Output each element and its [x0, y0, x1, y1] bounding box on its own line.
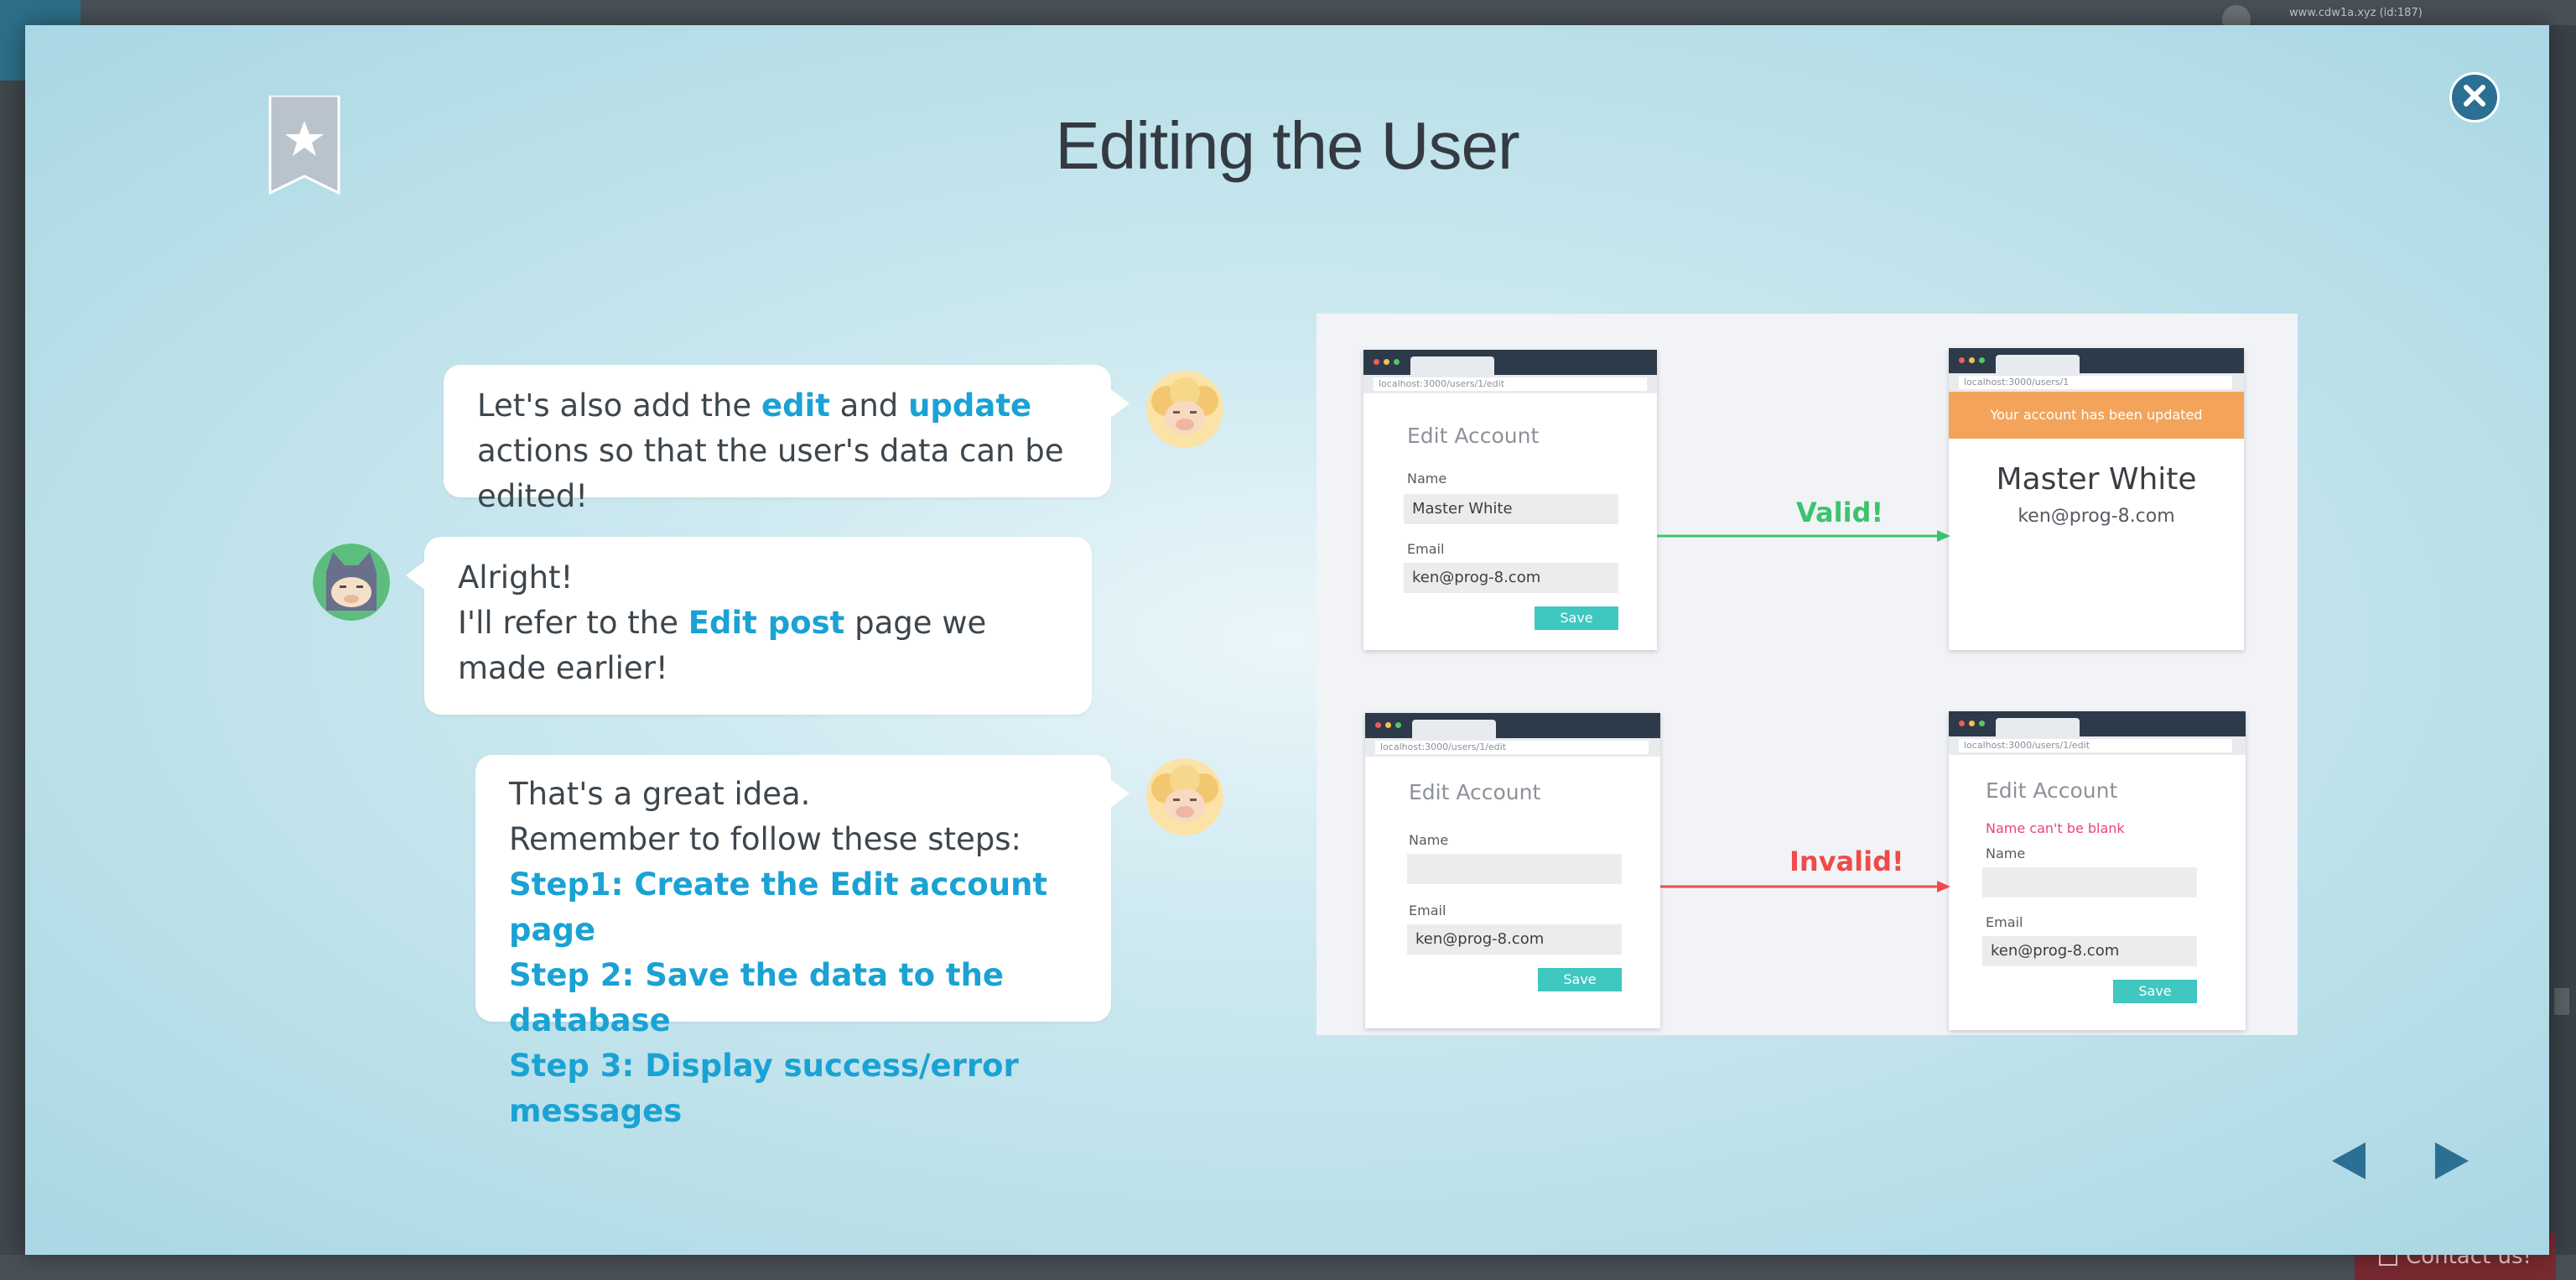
chat-bubble-2: Alright! I'll refer to the Edit post page… — [406, 537, 1092, 715]
sheep-avatar — [1146, 371, 1223, 448]
message-text: That's a great idea. — [509, 776, 811, 812]
message-text: Let's also add the — [477, 388, 761, 424]
message-text: and — [829, 388, 909, 424]
valid-label: Valid! — [1796, 497, 1884, 528]
chat-bubble-1: Let's also add the edit and update actio… — [444, 365, 1130, 514]
triangle-left-icon — [2329, 1142, 2369, 1184]
triangle-right-icon — [2432, 1142, 2472, 1184]
close-icon — [2462, 83, 2487, 112]
background-sidebar — [0, 81, 25, 1255]
message-text: Alright! — [458, 559, 574, 596]
slide-modal: Editing the User Let's also add the edit… — [25, 25, 2549, 1255]
background-url-text: www.cdw1a.xyz (id:187) — [2289, 7, 2423, 19]
highlighted-text: Step 3: Display success/error messages — [509, 1048, 1019, 1129]
highlighted-text: Step1: Create the Edit account page — [509, 866, 1048, 948]
previous-slide-button[interactable] — [2329, 1141, 2369, 1181]
next-slide-button[interactable] — [2432, 1141, 2472, 1181]
background-scrollbar-thumb[interactable] — [2554, 988, 2569, 1015]
arrows — [1657, 530, 1950, 892]
invalid-label: Invalid! — [1789, 846, 1904, 877]
close-button[interactable] — [2449, 72, 2500, 122]
chat-bubble-3: That's a great idea. Remember to follow t… — [475, 755, 1130, 1129]
message-text: I'll refer to the — [458, 605, 688, 641]
highlighted-text: update — [908, 388, 1032, 424]
cat-avatar — [313, 544, 390, 621]
background-bottombar — [0, 1255, 2576, 1280]
highlighted-text: Edit post — [688, 605, 845, 641]
edit-account-illustration: localhost:3000/users/1/edit Edit Account… — [1317, 314, 2298, 1035]
valid-arrow-head — [1937, 530, 1950, 542]
background-topbar — [0, 0, 2576, 25]
message-text: Remember to follow these steps: — [509, 821, 1021, 857]
invalid-arrow-head — [1937, 881, 1950, 892]
sheep-avatar — [1146, 758, 1223, 835]
message-text: actions so that the user's data can be e… — [477, 433, 1064, 514]
highlighted-text: Step 2: Save the data to the database — [509, 957, 1005, 1038]
highlighted-text: edit — [761, 388, 830, 424]
slide-title: Editing the User — [1055, 108, 1519, 183]
